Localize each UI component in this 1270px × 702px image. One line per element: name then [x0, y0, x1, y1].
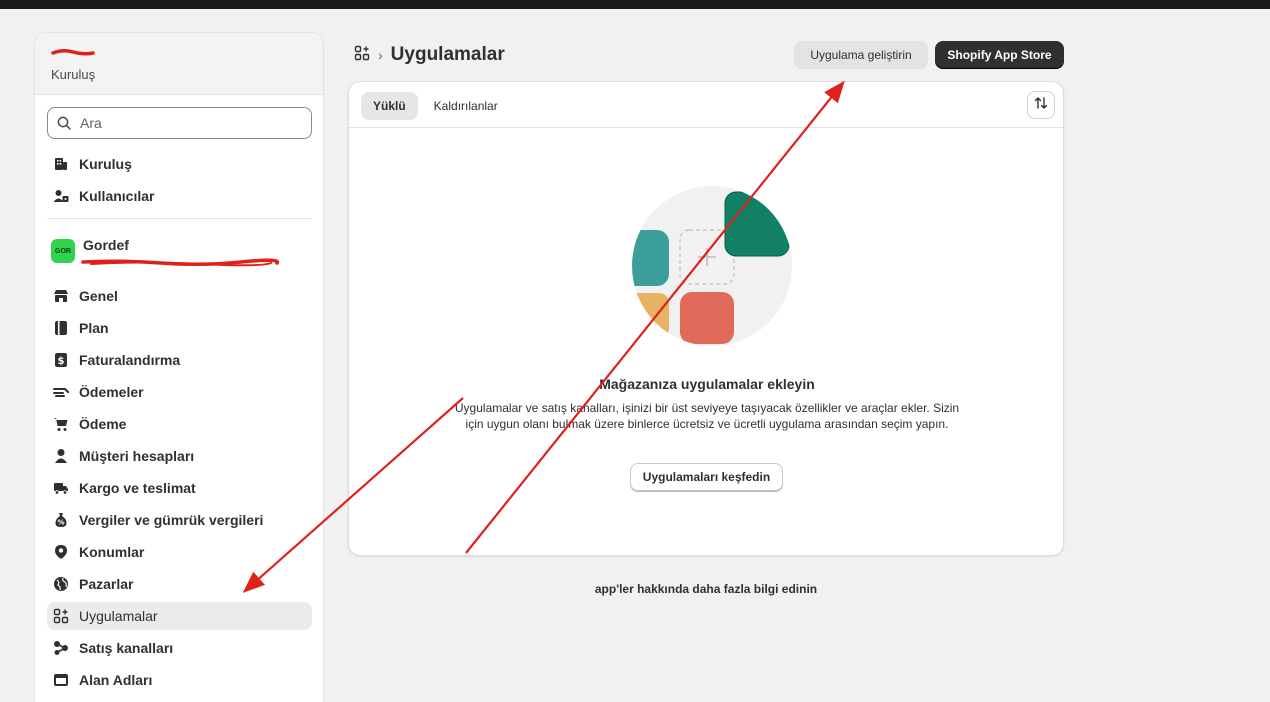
search-input[interactable]: Ara: [47, 107, 312, 139]
sidebar-item-satis-kanallari[interactable]: Satış kanalları: [47, 634, 312, 662]
tab-list: Yüklü Kaldırılanlar: [361, 92, 510, 120]
top-bar: [0, 0, 1270, 9]
settings-sidebar: Kuruluş Ara Kuruluş Kullanıcılar GOR Gor…: [34, 32, 324, 702]
cart-icon: [53, 416, 69, 432]
empty-state-title: Mağazanıza uygulamalar ekleyin: [599, 376, 815, 392]
sidebar-item-label: Konumlar: [79, 544, 145, 560]
users-icon: [53, 188, 69, 204]
sidebar-item-vergiler[interactable]: % Vergiler ve gümrük vergileri: [47, 506, 312, 534]
tax-icon: %: [53, 512, 69, 528]
svg-text:$: $: [58, 356, 65, 367]
sidebar-item-label: Kargo ve teslimat: [79, 480, 196, 496]
empty-state-illustration: [632, 186, 792, 346]
sidebar-item-pazarlar[interactable]: Pazarlar: [47, 570, 312, 598]
breadcrumb-separator: ›: [378, 47, 383, 63]
sidebar-item-musteri-hesaplari[interactable]: Müşteri hesapları: [47, 442, 312, 470]
store-title: Gordef: [83, 237, 129, 253]
sidebar-header: Kuruluş: [35, 33, 323, 95]
sidebar-item-label: Kullanıcılar: [79, 188, 155, 204]
store-icon: [53, 288, 69, 304]
sidebar-item-faturalandirma[interactable]: $ Faturalandırma: [47, 346, 312, 374]
sidebar-org-label: Kuruluş: [51, 67, 96, 82]
breadcrumb: › Uygulamalar: [354, 42, 505, 68]
tab-uninstalled[interactable]: Kaldırılanlar: [422, 92, 510, 120]
domain-icon: [53, 672, 69, 688]
truck-icon: [53, 480, 69, 496]
sidebar-item-uygulamalar[interactable]: Uygulamalar: [47, 602, 312, 630]
org-nav: Kuruluş Kullanıcılar: [47, 150, 312, 214]
svg-text:%: %: [57, 519, 64, 527]
sidebar-divider: [47, 218, 312, 219]
app-store-button[interactable]: Shopify App Store: [935, 41, 1064, 69]
location-icon: [53, 544, 69, 560]
search-icon: [56, 115, 72, 131]
sidebar-item-alan-adlari[interactable]: Alan Adları: [47, 666, 312, 694]
redacted-store-name: [51, 48, 95, 56]
person-icon: [53, 448, 69, 464]
sort-icon: [1034, 96, 1048, 115]
card-divider: [349, 127, 1063, 128]
redacted-store-domain: [81, 258, 280, 267]
channels-icon: [53, 640, 69, 656]
develop-app-button[interactable]: Uygulama geliştirin: [794, 41, 928, 69]
learn-more-link[interactable]: app'ler hakkında daha fazla bilgi edinin: [348, 582, 1064, 596]
sidebar-item-label: Uygulamalar: [79, 608, 158, 624]
sidebar-item-label: Vergiler ve gümrük vergileri: [79, 512, 264, 528]
sort-button[interactable]: [1027, 91, 1055, 119]
sidebar-item-label: Faturalandırma: [79, 352, 181, 368]
explore-apps-button[interactable]: Uygulamaları keşfedin: [630, 463, 783, 491]
sidebar-item-kargo[interactable]: Kargo ve teslimat: [47, 474, 312, 502]
sidebar-item-kurulus[interactable]: Kuruluş: [47, 150, 312, 178]
sidebar-item-label: Genel: [79, 288, 118, 304]
sidebar-item-label: Ödeme: [79, 416, 127, 432]
search-placeholder: Ara: [80, 115, 102, 131]
plan-icon: [53, 320, 69, 336]
sidebar-item-label: Ödemeler: [79, 384, 144, 400]
sidebar-item-label: Müşteri hesapları: [79, 448, 195, 464]
building-icon: [53, 156, 69, 172]
apps-icon: [53, 608, 69, 624]
avatar: GOR: [51, 239, 75, 263]
invoice-icon: $: [53, 352, 69, 368]
sidebar-item-odemeler[interactable]: Ödemeler: [47, 378, 312, 406]
sidebar-item-label: Alan Adları: [79, 672, 153, 688]
globe-icon: [53, 576, 69, 592]
sidebar-item-plan[interactable]: Plan: [47, 314, 312, 342]
apps-icon[interactable]: [354, 45, 370, 66]
sidebar-item-odeme[interactable]: Ödeme: [47, 410, 312, 438]
payments-icon: [53, 384, 69, 400]
sidebar-item-kullanicilar[interactable]: Kullanıcılar: [47, 182, 312, 210]
sidebar-item-genel[interactable]: Genel: [47, 282, 312, 310]
settings-nav: Genel Plan $ Faturalandırma Ödemeler Öde…: [47, 282, 312, 698]
store-switcher[interactable]: GOR Gordef: [51, 233, 311, 273]
page-title: Uygulamalar: [390, 44, 505, 65]
empty-state-description: Uygulamalar ve satış kanalları, işinizi …: [454, 401, 960, 431]
sidebar-item-label: Plan: [79, 320, 109, 336]
sidebar-item-label: Kuruluş: [79, 156, 132, 172]
sidebar-item-label: Satış kanalları: [79, 640, 174, 656]
tab-installed[interactable]: Yüklü: [361, 92, 418, 120]
apps-card: Yüklü Kaldırılanlar Mağazanıza uygulamal…: [348, 81, 1064, 556]
sidebar-item-konumlar[interactable]: Konumlar: [47, 538, 312, 566]
sidebar-item-label: Pazarlar: [79, 576, 134, 592]
